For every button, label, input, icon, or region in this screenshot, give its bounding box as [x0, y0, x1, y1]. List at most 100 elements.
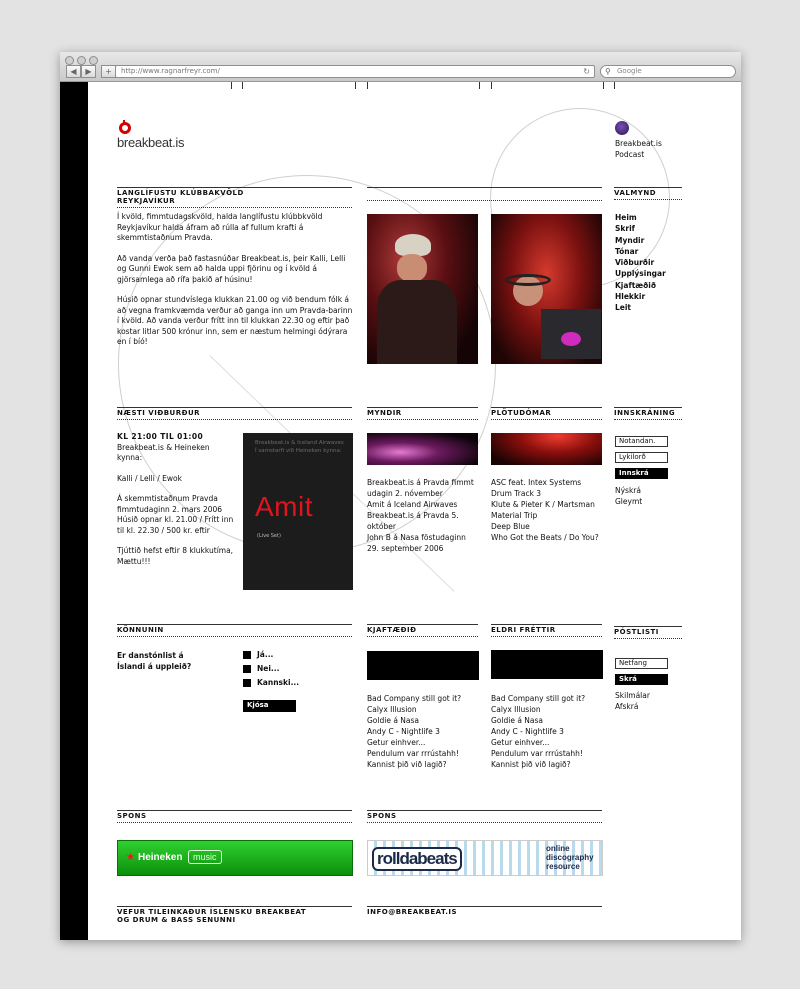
poll-header: KÖNNUNIN	[117, 624, 352, 637]
kjaftaedid-title: KJAFTÆÐIÐ	[367, 626, 478, 637]
forum-thread-link[interactable]: Getur einhver...	[367, 737, 461, 748]
menu-item-upplysingar[interactable]: Upplýsingar	[615, 268, 666, 279]
email-input[interactable]: Netfang	[615, 658, 668, 669]
menu-item-skrif[interactable]: Skrif	[615, 223, 666, 234]
review-link[interactable]: ASC feat. Intex Systems Drum Track 3	[491, 477, 603, 499]
event-time: KL 21:00 TIL 01:00	[117, 432, 204, 441]
poll-option-radio[interactable]	[243, 679, 251, 687]
review-link[interactable]: Who Got the Beats / Do You?	[491, 532, 603, 543]
poll-option-label: Kannski...	[257, 678, 300, 687]
footer-email-link[interactable]: INFO@BREAKBEAT.IS	[367, 908, 602, 916]
poll-option-radio[interactable]	[243, 665, 251, 673]
browser-toolbar: ◀ ▶ + http://www.ragnarfreyr.com/ ↻ ⚲ Go…	[60, 52, 741, 82]
podcast-label-2: Podcast	[615, 150, 645, 159]
column-tick	[367, 82, 368, 89]
podcast-label-1: Breakbeat.is	[615, 139, 662, 148]
amit-poster[interactable]: Breakbeat.is & Iceland Airwaves Í samsta…	[243, 433, 353, 590]
news-link[interactable]: Pendulum var rrrústahh!	[491, 748, 585, 759]
myndir-link[interactable]: Breakbeat.is á Pravda fimmt udagin 2. nó…	[367, 477, 479, 499]
column-tick	[355, 82, 356, 89]
podcast-link[interactable]: Breakbeat.is Podcast	[615, 121, 662, 160]
poll-option-label: Nei...	[257, 664, 280, 673]
column-tick	[603, 82, 604, 89]
poll-option-label: Já...	[257, 650, 274, 659]
myndir-header: MYNDIR	[367, 407, 478, 420]
forum-thread-link[interactable]: Calyx Illusion	[367, 704, 461, 715]
footer-tagline-2: OG DRUM & BASS SENUNNI	[117, 916, 236, 924]
column-tick	[479, 82, 480, 89]
menu-item-leit[interactable]: Leit	[615, 302, 666, 313]
spons-title: SPONS	[117, 812, 352, 823]
next-event-header: NÆSTI VIÐBURÐUR	[117, 407, 352, 420]
main-menu: Heim Skrif Myndir Tónar Viðburðir Upplýs…	[615, 212, 666, 314]
terms-link[interactable]: Skilmálar	[615, 690, 650, 701]
news-link[interactable]: Goldie á Nasa	[491, 715, 585, 726]
rolldabeats-tag: online	[546, 844, 570, 853]
news-link[interactable]: Calyx Illusion	[491, 704, 585, 715]
logo-text: breakbeat.is	[117, 135, 185, 150]
news-link[interactable]: Kannist þið við lagið?	[491, 759, 585, 770]
reload-icon[interactable]: ↻	[583, 66, 590, 77]
news-link[interactable]: Getur einhver...	[491, 737, 585, 748]
heineken-banner[interactable]: ★ Heineken music	[117, 840, 353, 876]
forward-button[interactable]: ▶	[81, 65, 96, 78]
forum-thread-link[interactable]: Pendulum var rrrústahh!	[367, 748, 461, 759]
column-tick	[242, 82, 243, 89]
login-button[interactable]: Innskrá	[615, 468, 668, 479]
vote-button[interactable]: Kjósa	[243, 700, 296, 712]
forgot-link[interactable]: Gleymt	[615, 496, 642, 507]
forum-thread-link[interactable]: Kannist þið við lagið?	[367, 759, 461, 770]
rolldabeats-tag: resource	[546, 862, 580, 871]
menu-item-tonar[interactable]: Tónar	[615, 246, 666, 257]
minimize-window-button[interactable]	[77, 56, 86, 65]
review-link[interactable]: Klute & Pieter K / Martsman Material Tri…	[491, 499, 603, 521]
heineken-music-text: music	[188, 850, 222, 864]
news-link[interactable]: Bad Company still got it?	[491, 693, 585, 704]
myndir-link[interactable]: Amit á Iceland Airwaves	[367, 499, 479, 510]
intro-title-1: LANGLÍFUSTU KLÚBBAKVÖLD	[117, 189, 244, 197]
menu-item-vidburdir[interactable]: Viðburðir	[615, 257, 666, 268]
column-tick	[614, 82, 615, 89]
myndir-link[interactable]: John B á Nasa föstudaginn 29. september …	[367, 532, 479, 554]
subscribe-button[interactable]: Skrá	[615, 674, 668, 685]
add-bookmark-button[interactable]: +	[101, 65, 116, 78]
password-input[interactable]: Lykilorð	[615, 452, 668, 463]
register-link[interactable]: Nýskrá	[615, 485, 642, 496]
footer-tagline-1: VEFUR TILEINKAÐUR ÍSLENSKU BREAKBEAT	[117, 908, 307, 916]
event-line: Kalli / Lelli / Ewok	[117, 473, 182, 483]
dj-photo-2[interactable]	[491, 214, 602, 364]
zoom-window-button[interactable]	[89, 56, 98, 65]
forum-thread-link[interactable]: Andy C - Nightlife 3	[367, 726, 461, 737]
unsubscribe-link[interactable]: Afskrá	[615, 701, 650, 712]
rolldabeats-tag: discography	[546, 853, 594, 862]
close-window-button[interactable]	[65, 56, 74, 65]
forum-thread-link[interactable]: Bad Company still got it?	[367, 693, 461, 704]
menu-item-heim[interactable]: Heim	[615, 212, 666, 223]
dj-photo-1[interactable]	[367, 214, 478, 364]
record-thumbnail[interactable]	[491, 433, 602, 465]
menu-item-hlekkir[interactable]: Hlekkir	[615, 291, 666, 302]
intro-header: LANGLÍFUSTU KLÚBBAKVÖLD REYKJAVÍKUR	[117, 187, 352, 208]
review-link[interactable]: Deep Blue	[491, 521, 603, 532]
left-black-bar	[60, 82, 88, 940]
intro-paragraph: Húsið opnar stundvíslega klukkan 21.00 o…	[117, 295, 353, 346]
poll-option-radio[interactable]	[243, 651, 251, 659]
menu-item-kjaftaedid[interactable]: Kjaftæðið	[615, 280, 666, 291]
myndir-thumbnail[interactable]	[367, 433, 478, 465]
username-input[interactable]: Notandan.	[615, 436, 668, 447]
myndir-link[interactable]: Breakbeat.is á Pravda 5. október	[367, 510, 479, 532]
poll-title: KÖNNUNIN	[117, 626, 352, 637]
address-bar[interactable]: http://www.ragnarfreyr.com/ ↻	[115, 65, 595, 78]
menu-item-myndir[interactable]: Myndir	[615, 235, 666, 246]
search-field[interactable]: ⚲ Google	[600, 65, 736, 78]
forum-thread-link[interactable]: Goldie á Nasa	[367, 715, 461, 726]
plotudomar-title: PLÖTUDÓMAR	[491, 409, 602, 420]
back-button[interactable]: ◀	[66, 65, 81, 78]
menu-title: VALMYND	[614, 189, 682, 200]
rolldabeats-banner[interactable]: rolldabeats online discography resource	[367, 840, 603, 876]
search-icon: ⚲	[605, 67, 611, 76]
plotudomar-list: ASC feat. Intex Systems Drum Track 3 Klu…	[491, 477, 603, 543]
news-link[interactable]: Andy C - Nightlife 3	[491, 726, 585, 737]
intro-text: Í kvöld, fimmtudagskvöld, halda langlífu…	[117, 212, 354, 348]
intro-paragraph: Að vanda verða það fastasnúðar Breakbeat…	[117, 253, 346, 284]
